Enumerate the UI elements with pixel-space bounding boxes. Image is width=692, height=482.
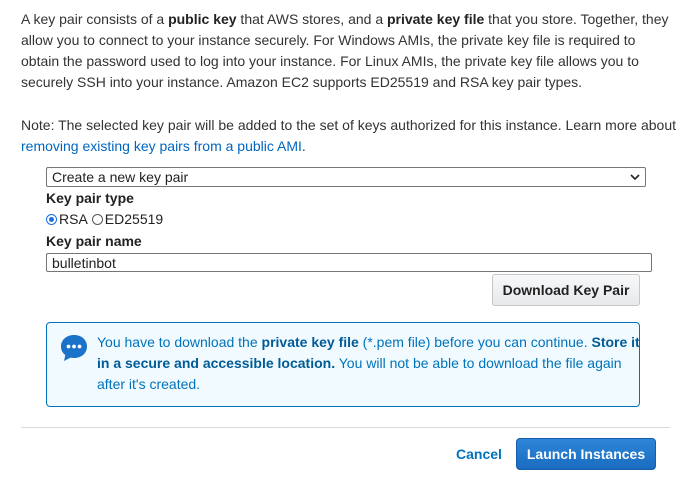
note-text: . [301, 138, 306, 154]
info-alert-text: You have to download the private key fil… [97, 332, 642, 395]
launch-instances-button[interactable]: Launch Instances [516, 438, 656, 470]
intro-bold-public-key: public key [168, 11, 237, 27]
info-text: (*.pem file) before you can continue. [358, 334, 592, 350]
note-text: Note: The selected key pair will be adde… [21, 117, 677, 133]
info-text: You have to download the [97, 334, 262, 350]
radio-rsa-label[interactable]: RSA [59, 211, 88, 227]
footer-divider [21, 427, 670, 428]
remove-key-pairs-link[interactable]: removing existing key pairs from a publi… [21, 138, 302, 154]
key-pair-type-radio-group: RSA ED25519 [46, 211, 167, 227]
info-alert: You have to download the private key fil… [46, 322, 640, 407]
key-pair-name-label: Key pair name [46, 233, 142, 249]
key-pair-name-input[interactable]: bulletinbot [46, 253, 652, 272]
chat-bubble-icon [61, 335, 87, 361]
key-pair-select[interactable]: Create a new key pair [46, 167, 646, 187]
cancel-button[interactable]: Cancel [456, 446, 502, 462]
intro-bold-private-key: private key file [387, 11, 485, 27]
key-pair-dialog: A key pair consists of a public key that… [0, 0, 692, 482]
info-bold-private-key: private key file [261, 334, 359, 350]
radio-rsa[interactable] [46, 213, 57, 225]
radio-ed25519[interactable] [91, 213, 103, 225]
intro-text: that AWS stores, and a [236, 11, 387, 27]
intro-text: A key pair consists of a [21, 11, 169, 27]
key-pair-select-value: Create a new key pair [52, 169, 189, 185]
note-paragraph: Note: The selected key pair will be adde… [21, 115, 676, 157]
download-key-pair-button[interactable]: Download Key Pair [492, 274, 640, 306]
radio-ed25519-label[interactable]: ED25519 [105, 211, 163, 227]
intro-paragraph: A key pair consists of a public key that… [21, 9, 676, 93]
key-pair-type-label: Key pair type [46, 190, 134, 206]
chevron-down-icon [630, 174, 640, 181]
